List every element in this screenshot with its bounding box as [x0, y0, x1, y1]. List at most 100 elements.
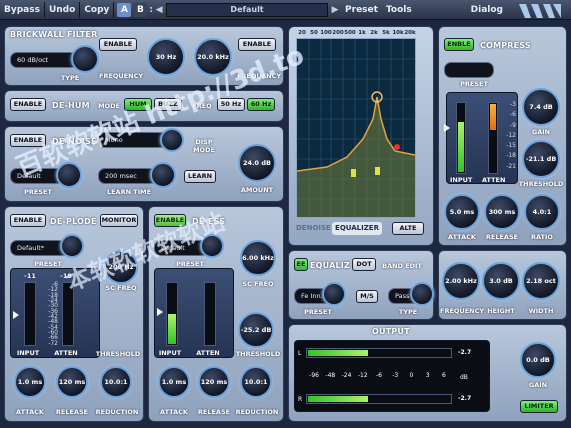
deplode-release-knob[interactable]: 120 ms: [56, 366, 88, 398]
tools-menu[interactable]: Tools: [382, 2, 416, 18]
brickwall-high-frequency-knob[interactable]: 20.0 kHz: [194, 38, 232, 76]
meter-scale-tick: -9: [510, 121, 516, 129]
dehum-hum-button[interactable]: HUM: [124, 98, 152, 111]
compressor-release-knob[interactable]: 300 ms: [484, 194, 520, 230]
deplode-title: DE-PLODE: [50, 217, 97, 226]
output-scale-tick: -3: [392, 372, 399, 379]
output-left-peak: -2.7: [458, 349, 472, 356]
eq-alt-button[interactable]: ALTE: [392, 222, 424, 235]
equalizer-preset-knob[interactable]: [322, 282, 346, 306]
deplode-sc-freq-knob[interactable]: 200 Hz: [104, 250, 138, 284]
deplode-threshold-pointer-icon[interactable]: [13, 311, 19, 319]
waves-logo-icon: [519, 4, 561, 18]
output-right-meter: [306, 394, 452, 404]
deess-preset-knob[interactable]: [200, 234, 224, 258]
eq-height-knob[interactable]: 3.0 dB: [482, 262, 520, 300]
meter-scale-tick: -18: [506, 152, 516, 160]
brickwall-high-enable-button[interactable]: ENABLE: [238, 38, 276, 51]
denoise-learn-time-knob[interactable]: [150, 162, 176, 188]
output-gain-knob[interactable]: 0.0 dB: [520, 342, 556, 378]
tab-equalizer[interactable]: EQUALIZER: [332, 222, 382, 235]
denoise-amount-knob[interactable]: 24.0 dB: [238, 144, 276, 182]
dehum-title: DE-HUM: [52, 101, 90, 110]
preset-name-display[interactable]: Default: [166, 2, 329, 17]
compressor-gain-knob[interactable]: 7.4 dB: [522, 88, 560, 126]
denoise-disp-mode-label: DISP MODE: [193, 138, 215, 154]
equalizer-band-edit-label: BAND EDIT: [382, 262, 422, 270]
output-gain-value: 0.0 dB: [526, 356, 550, 364]
eq-frequency-knob[interactable]: 2.00 kHz: [442, 262, 480, 300]
dehum-enable-button[interactable]: ENABLE: [10, 98, 46, 111]
setup-a-button[interactable]: A: [117, 2, 132, 17]
eq-curve-graph: [296, 39, 416, 217]
deess-title: DE-ESS: [192, 217, 226, 226]
equalizer-title: EQUALIZ: [310, 261, 350, 270]
output-left-meter-fill: [308, 350, 369, 356]
denoise-preset-knob[interactable]: [56, 162, 82, 188]
compressor-ratio-knob[interactable]: 4.0:1: [524, 194, 560, 230]
next-preset-icon[interactable]: ▶: [329, 3, 341, 17]
compressor-threshold-knob[interactable]: -21.1 dB: [522, 140, 560, 178]
compressor-enable-button[interactable]: ENBLE: [444, 38, 474, 51]
dialog-button[interactable]: Dialog: [471, 5, 503, 15]
eq-frequency-label: FREQUENCY: [440, 307, 485, 315]
denoise-learn-button[interactable]: LEARN: [184, 170, 216, 183]
dehum-60hz-button[interactable]: 60 Hz: [247, 98, 275, 111]
eq-frequency-tick: 5k: [382, 30, 390, 36]
deess-threshold-pointer-icon[interactable]: [157, 308, 163, 316]
deess-enable-button[interactable]: ENABLE: [154, 214, 186, 227]
deplode-meter-scale: -6 -12 -18 -24 -30 -36 -42 -48 -54 -60 -66 -72: [40, 282, 58, 347]
deplode-attack-knob[interactable]: 1.0 ms: [14, 366, 46, 398]
compressor-preset-display[interactable]: [444, 62, 494, 78]
deess-atten-meter: [204, 282, 216, 346]
equalizer-ms-button[interactable]: M/S: [356, 290, 378, 303]
deplode-preset-knob[interactable]: [60, 234, 84, 258]
brickwall-low-enable-button[interactable]: ENABLE: [99, 38, 137, 51]
deess-attack-knob[interactable]: 1.0 ms: [158, 366, 190, 398]
deplode-monitor-button[interactable]: MONITOR: [100, 214, 138, 227]
deess-threshold-knob[interactable]: -25.2 dB: [238, 312, 274, 348]
deplode-reduction-label: REDUCTION: [95, 408, 139, 416]
compressor-attack-knob[interactable]: 5.0 ms: [444, 194, 480, 230]
denoise-amount-value: 24.0 dB: [243, 159, 271, 167]
eq-graph[interactable]: [296, 38, 416, 218]
deplode-release-label: RELEASE: [55, 408, 89, 416]
compressor-release-value: 300 ms: [488, 208, 516, 216]
eq-height-label: HEIGHT: [487, 307, 515, 315]
output-scale-tick: 0: [409, 372, 414, 379]
brickwall-type-knob[interactable]: [71, 45, 99, 73]
brickwall-low-frequency-knob[interactable]: 30 Hz: [147, 38, 185, 76]
copy-button[interactable]: Copy: [80, 1, 115, 18]
limiter-button[interactable]: LIMITER: [520, 400, 558, 413]
deess-release-knob[interactable]: 120 ms: [198, 366, 230, 398]
denoise-display-mode-knob[interactable]: [160, 128, 184, 152]
equalizer-enable-button[interactable]: EE: [294, 258, 308, 271]
eq-frequency-tick: 100: [320, 30, 332, 36]
tab-denoise[interactable]: DENOISE: [296, 222, 331, 235]
undo-button[interactable]: Undo: [45, 1, 81, 18]
preset-menu[interactable]: Preset: [341, 2, 382, 18]
setup-b-button[interactable]: B: [133, 2, 148, 17]
brickwall-type-label: TYPE: [60, 74, 80, 82]
prev-preset-icon[interactable]: ◀: [153, 3, 165, 17]
eq-width-knob[interactable]: 2.18 oct: [522, 262, 560, 300]
output-scale-tick: -12: [357, 372, 368, 379]
equalizer-dot-button[interactable]: DOT: [352, 258, 376, 271]
deess-sc-freq-knob[interactable]: 6.00 kHz: [240, 240, 276, 276]
deplode-enable-button[interactable]: ENABLE: [10, 214, 46, 227]
eq-frequency-tick: 50: [310, 30, 318, 36]
deess-threshold-value: -25.2 dB: [240, 326, 272, 334]
deess-input-meter: [166, 282, 178, 346]
denoise-enable-button[interactable]: ENABLE: [10, 134, 46, 147]
output-scale-tick: 3: [425, 372, 430, 379]
deess-reduction-knob[interactable]: 10.0:1: [240, 366, 272, 398]
compressor-ratio-label: RATIO: [531, 233, 553, 241]
compressor-threshold-pointer-icon[interactable]: [444, 124, 450, 132]
equalizer-type-knob[interactable]: [410, 282, 434, 306]
brickwall-title: BRICKWALL FILTER: [10, 30, 98, 39]
dehum-50hz-button[interactable]: 50 Hz: [217, 98, 245, 111]
bypass-button[interactable]: Bypass: [0, 1, 45, 18]
dehum-buzz-button[interactable]: BUZZ: [154, 98, 182, 111]
deplode-reduction-knob[interactable]: 10.0:1: [100, 366, 132, 398]
denoise-amount-label: AMOUNT: [240, 186, 274, 194]
